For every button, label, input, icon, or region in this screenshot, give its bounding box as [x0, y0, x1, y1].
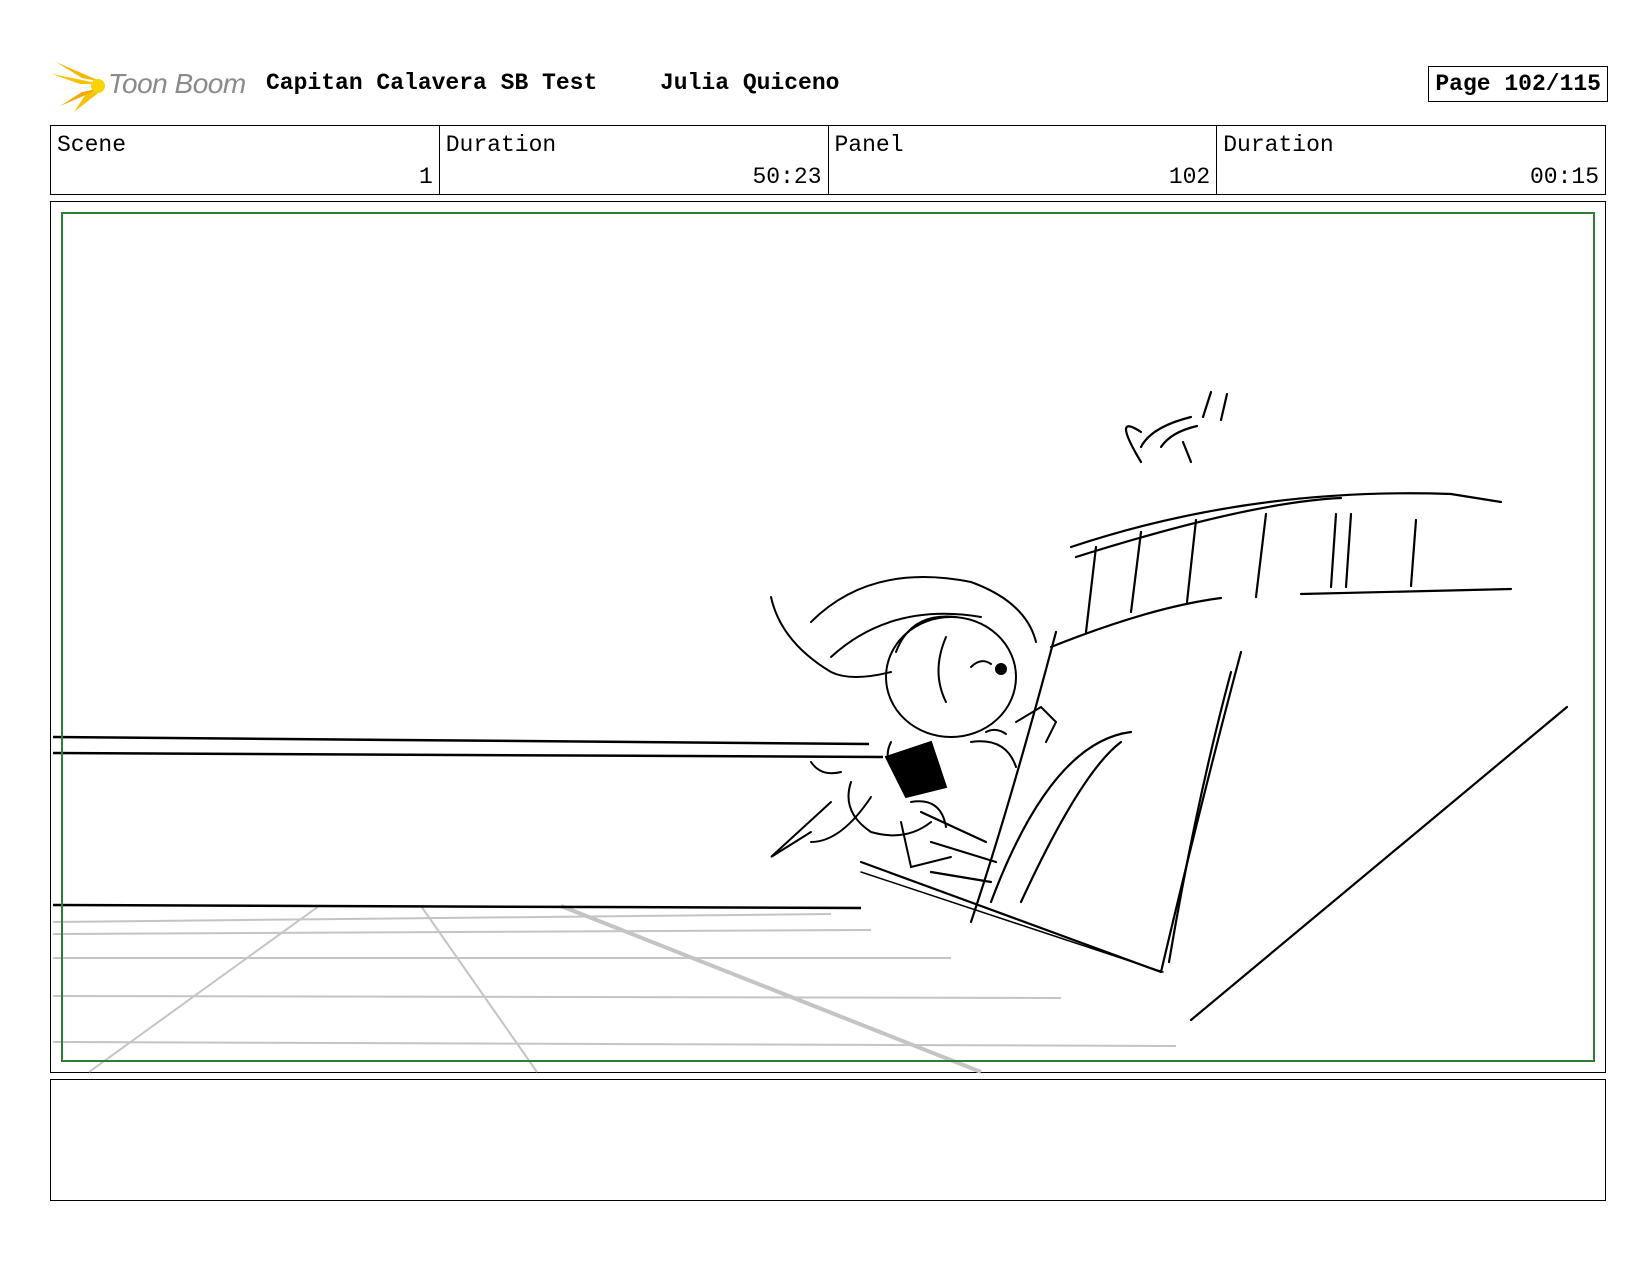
toon-boom-logo: Toon Boom — [52, 60, 252, 112]
safe-area-frame — [61, 212, 1595, 1062]
panel-notes-box — [50, 1079, 1606, 1201]
page-indicator: Page 102/115 — [1428, 66, 1608, 102]
scene-info-table: Scene 1 Duration 50:23 Panel 102 Duratio… — [50, 125, 1606, 195]
starburst-icon — [52, 62, 105, 112]
panel-cell: Panel 102 — [829, 126, 1218, 194]
scene-duration-label: Duration — [445, 132, 557, 158]
storyboard-panel — [50, 201, 1606, 1074]
panel-duration-cell: Duration 00:15 — [1217, 126, 1605, 194]
panel-label: Panel — [834, 132, 904, 158]
author-name: Julia Quiceno — [660, 70, 840, 96]
scene-value: 1 — [418, 164, 433, 190]
scene-duration-cell: Duration 50:23 — [440, 126, 829, 194]
panel-duration-label: Duration — [1223, 132, 1334, 158]
scene-duration-value: 50:23 — [752, 164, 822, 190]
page-header: Toon Boom Capitan Calavera SB Test Julia… — [52, 56, 1608, 116]
panel-value: 102 — [1168, 164, 1211, 190]
scene-label: Scene — [57, 132, 127, 158]
scene-cell: Scene 1 — [51, 126, 440, 194]
logo-text: Toon Boom — [108, 68, 246, 99]
project-title: Capitan Calavera SB Test — [266, 70, 598, 96]
panel-duration-value: 00:15 — [1529, 164, 1599, 190]
